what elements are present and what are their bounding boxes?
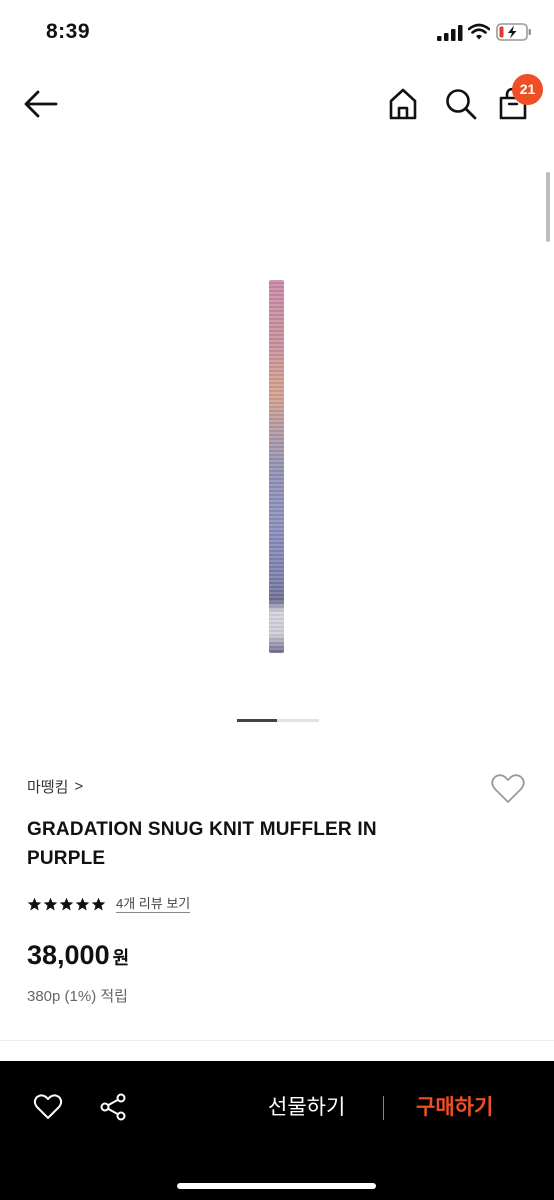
brand-link[interactable]: 마뗑킴 > xyxy=(27,776,83,797)
wifi-icon xyxy=(468,23,490,40)
review-link[interactable]: 4개 리뷰 보기 xyxy=(116,896,191,913)
gallery-pager-active xyxy=(237,719,277,722)
star-icon xyxy=(75,897,90,911)
gift-button[interactable]: 선물하기 xyxy=(268,1091,345,1121)
arrow-left-icon[interactable] xyxy=(22,88,60,120)
section-divider xyxy=(0,1040,554,1041)
status-bar: 8:39 xyxy=(0,0,554,66)
star-icon xyxy=(59,897,74,911)
heart-icon[interactable] xyxy=(33,1092,63,1122)
scrollbar[interactable] xyxy=(546,172,550,242)
button-separator xyxy=(383,1096,384,1120)
star-icon xyxy=(27,897,42,911)
product-title: GRADATION SNUG KNIT MUFFLER IN PURPLE xyxy=(27,819,377,869)
gallery-pager-track xyxy=(277,719,319,722)
chevron-right-icon: > xyxy=(74,778,84,795)
buy-button[interactable]: 구매하기 xyxy=(416,1091,493,1121)
brand-name: 마뗑킴 xyxy=(27,779,69,796)
cart-count-badge: 21 xyxy=(512,74,543,105)
home-icon[interactable] xyxy=(386,86,420,122)
bottom-purchase-bar: 선물하기 구매하기 xyxy=(0,1061,554,1200)
price: 38,000 xyxy=(27,940,110,970)
reward-points: 380p (1%) 적립 xyxy=(27,988,128,1005)
star-rating xyxy=(27,897,106,912)
search-icon[interactable] xyxy=(443,86,479,122)
top-header xyxy=(0,66,554,146)
battery-icon xyxy=(496,23,531,41)
share-icon[interactable] xyxy=(98,1092,128,1122)
product-image-muffler xyxy=(269,280,284,653)
status-time: 8:39 xyxy=(46,20,91,43)
signal-icon xyxy=(437,25,463,41)
heart-outline-icon[interactable] xyxy=(490,772,526,806)
rating-row: 4개 리뷰 보기 xyxy=(27,896,191,913)
home-indicator[interactable] xyxy=(177,1183,376,1189)
price-currency: 원 xyxy=(112,948,130,968)
star-icon xyxy=(43,897,58,911)
price-row: 38,000 원 xyxy=(27,940,129,971)
star-icon xyxy=(91,897,106,911)
